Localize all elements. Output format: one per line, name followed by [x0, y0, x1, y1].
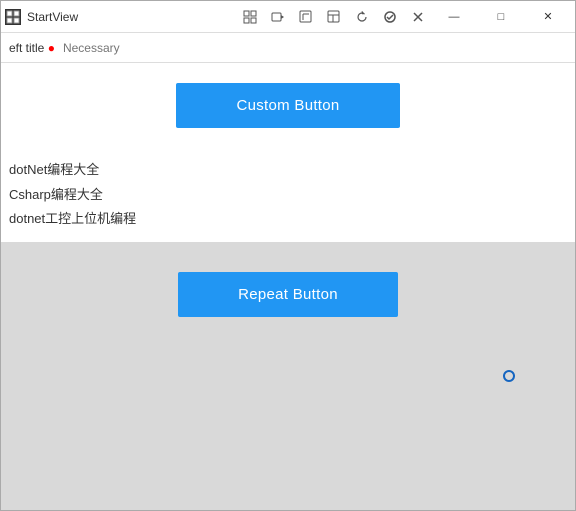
window-title: StartView: [27, 10, 78, 24]
list-item: dotnet工控上位机编程: [9, 207, 567, 232]
grid-toolbar-btn[interactable]: [237, 5, 263, 29]
cursor-toolbar-btn[interactable]: [293, 5, 319, 29]
window-controls: — □ ✕: [431, 1, 571, 33]
maximize-button[interactable]: □: [478, 1, 524, 33]
address-input[interactable]: [63, 41, 567, 55]
title-bar: StartView: [1, 1, 575, 33]
text-list: dotNet编程大全 Csharp编程大全 dotnet工控上位机编程: [1, 148, 575, 242]
list-item: Csharp编程大全: [9, 183, 567, 208]
minimize-button[interactable]: —: [431, 1, 477, 33]
main-window: StartView: [0, 0, 576, 511]
refresh-toolbar-btn[interactable]: [349, 5, 375, 29]
repeat-button[interactable]: Repeat Button: [178, 272, 398, 317]
cursor-dot: [503, 370, 515, 382]
toolbar: [237, 5, 431, 29]
layout-toolbar-btn[interactable]: [321, 5, 347, 29]
close-small-toolbar-btn[interactable]: [405, 5, 431, 29]
left-title-label: eft title ●: [9, 41, 55, 55]
address-bar: eft title ●: [1, 33, 575, 63]
video-toolbar-btn[interactable]: [265, 5, 291, 29]
section-gray: Repeat Button: [1, 242, 575, 510]
app-icon: [5, 9, 21, 25]
list-item: dotNet编程大全: [9, 158, 567, 183]
section-top: Custom Button: [1, 63, 575, 148]
close-button[interactable]: ✕: [525, 1, 571, 33]
check-toolbar-btn[interactable]: [377, 5, 403, 29]
title-bar-left: StartView: [5, 9, 237, 25]
custom-button[interactable]: Custom Button: [176, 83, 399, 128]
required-indicator: ●: [48, 41, 55, 55]
main-content: Custom Button dotNet编程大全 Csharp编程大全 dotn…: [1, 63, 575, 510]
cursor-indicator: [495, 370, 515, 390]
